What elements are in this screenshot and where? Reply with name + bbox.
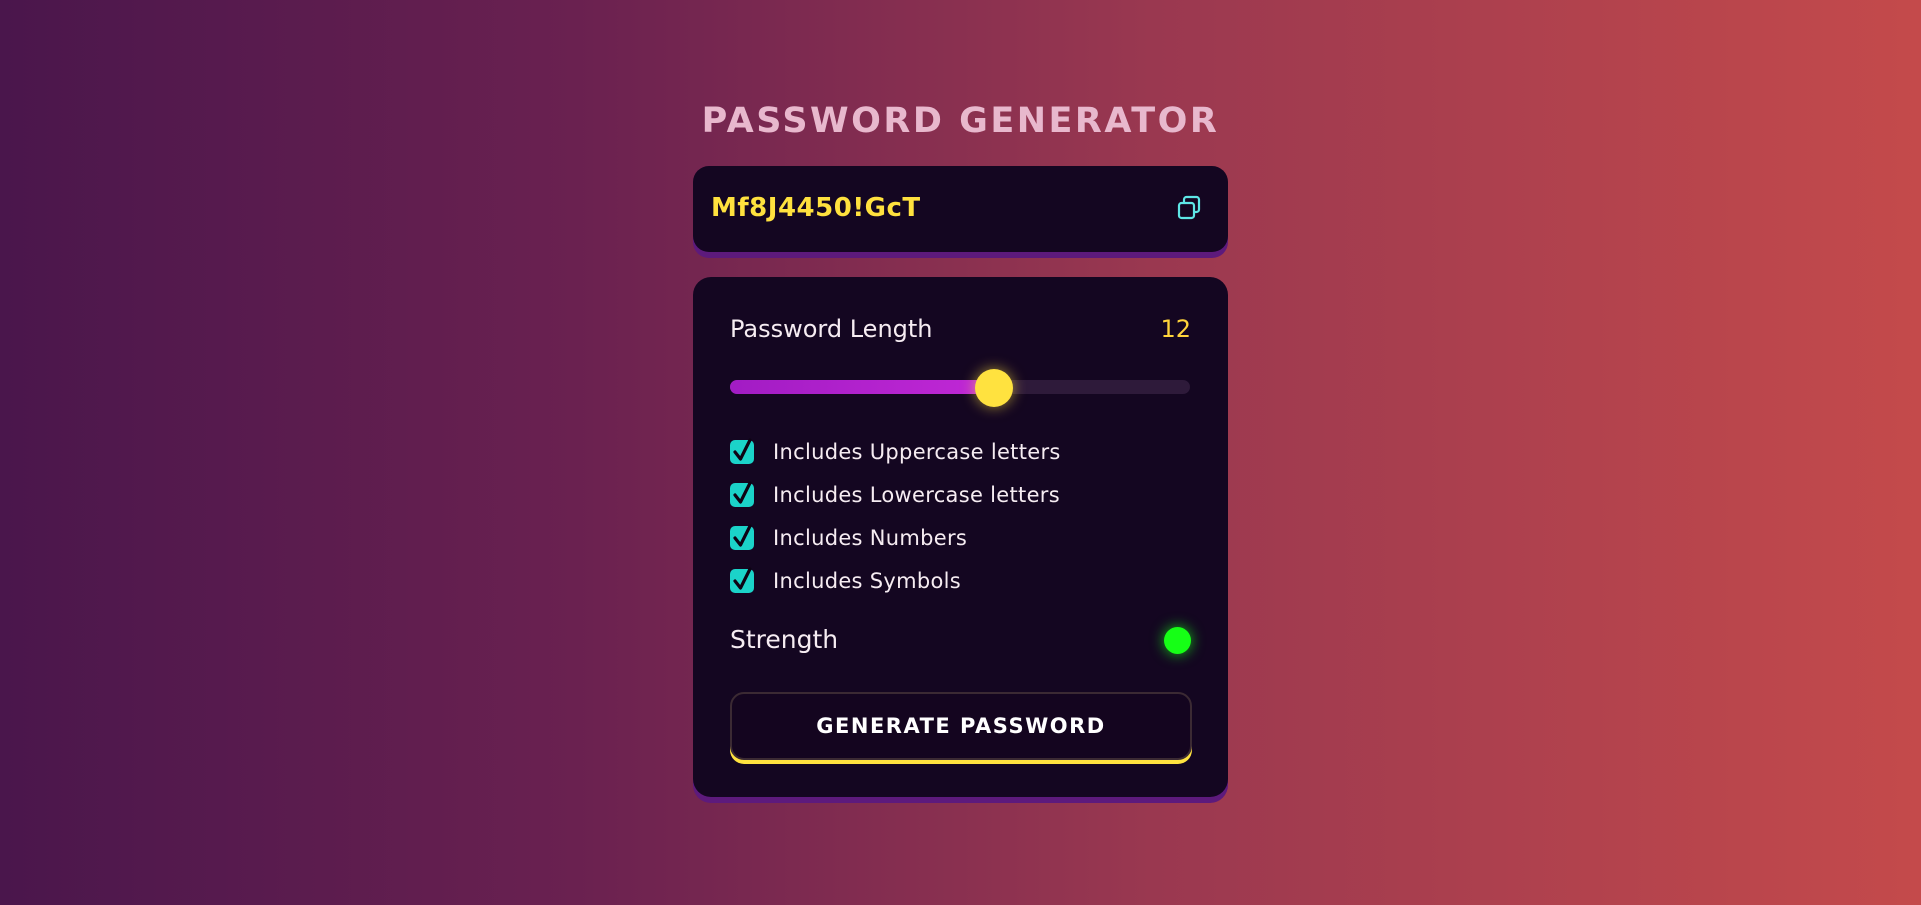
option-uppercase[interactable]: Includes Uppercase letters — [730, 437, 1061, 467]
checkmark-icon — [733, 524, 752, 547]
password-output: Mf8J4450!GcT — [711, 193, 921, 223]
slider-thumb[interactable] — [974, 369, 1013, 407]
strength-indicator — [1164, 627, 1191, 654]
page-title: PASSWORD GENERATOR — [701, 101, 1220, 141]
option-label: Includes Symbols — [773, 569, 962, 593]
length-slider[interactable] — [730, 369, 1190, 407]
length-value: 12 — [1160, 315, 1191, 343]
option-label: Includes Uppercase letters — [773, 440, 1061, 464]
uppercase-checkbox[interactable] — [730, 438, 754, 464]
checkmark-icon — [733, 438, 752, 461]
checkmark-icon — [733, 481, 752, 504]
copy-icon — [1177, 195, 1201, 220]
option-label: Includes Lowercase letters — [773, 483, 1060, 507]
strength-label: Strength — [730, 625, 839, 654]
symbols-checkbox[interactable] — [730, 567, 754, 593]
password-display: Mf8J4450!GcT — [693, 166, 1228, 252]
length-label: Password Length — [730, 315, 933, 343]
option-lowercase[interactable]: Includes Lowercase letters — [730, 480, 1060, 510]
option-label: Includes Numbers — [773, 526, 968, 550]
checkmark-icon — [733, 567, 752, 590]
option-numbers[interactable]: Includes Numbers — [730, 523, 967, 553]
lowercase-checkbox[interactable] — [730, 481, 754, 507]
settings-panel: Password Length 12 Includes Uppercase le… — [693, 277, 1228, 797]
slider-fill — [730, 380, 994, 394]
generate-password-button[interactable]: GENERATE PASSWORD — [730, 692, 1192, 760]
option-symbols[interactable]: Includes Symbols — [730, 566, 961, 596]
numbers-checkbox[interactable] — [730, 524, 754, 550]
copy-button[interactable] — [1176, 195, 1202, 221]
